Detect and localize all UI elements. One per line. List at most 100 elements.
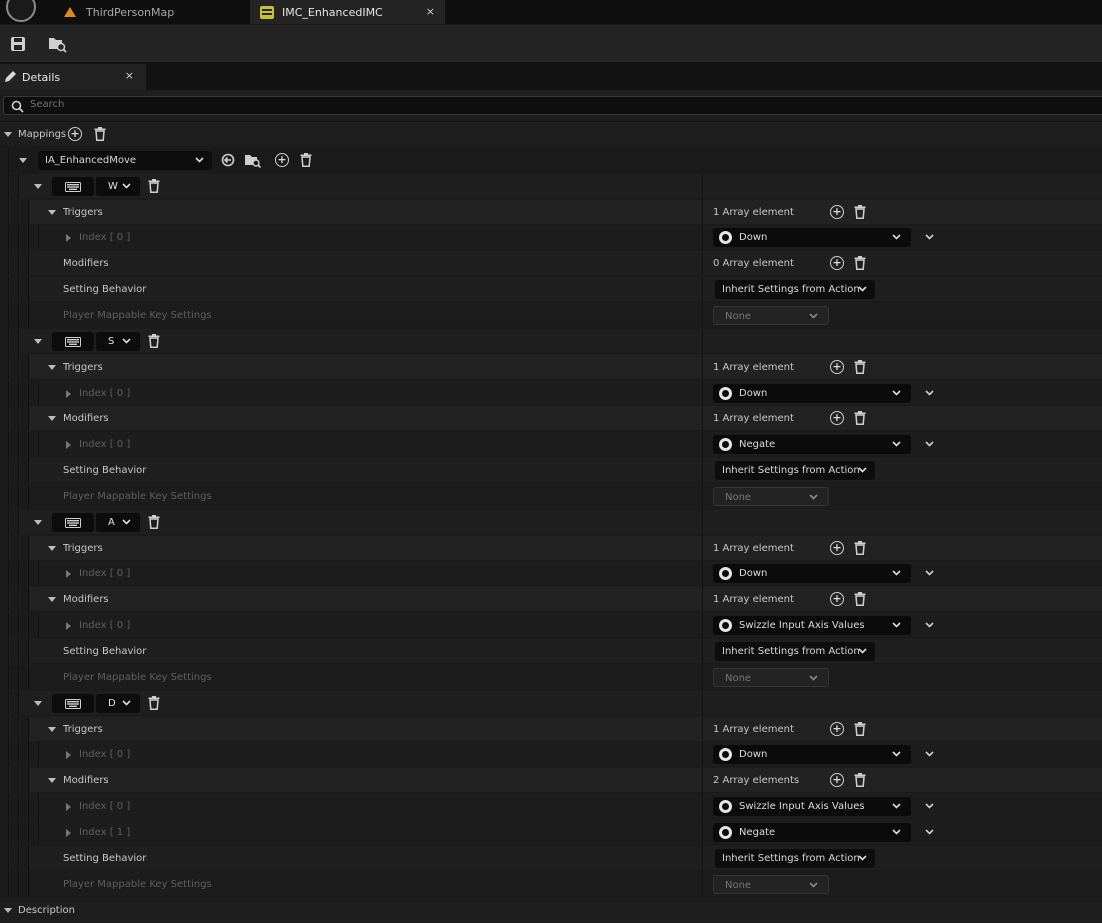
expand-arrow-icon[interactable] — [66, 828, 71, 837]
element-options-chevron-icon[interactable] — [925, 823, 937, 842]
triggers-collapse-arrow-icon[interactable] — [48, 726, 56, 732]
array-index-label: Index [ 1 ] — [79, 826, 131, 838]
indent-rail — [10, 690, 19, 715]
expand-arrow-icon[interactable] — [66, 389, 71, 398]
add-trigger-icon[interactable]: + — [830, 359, 844, 374]
element-options-chevron-icon[interactable] — [925, 384, 937, 403]
mappings-collapse-arrow-icon[interactable] — [4, 132, 12, 137]
trigger-class-dropdown[interactable]: Down — [713, 745, 911, 765]
modifier-class-value: Swizzle Input Axis Values — [739, 620, 865, 632]
save-button[interactable] — [4, 31, 32, 57]
key-collapse-arrow-icon[interactable] — [34, 700, 42, 706]
clear-modifiers-icon[interactable] — [854, 411, 868, 426]
close-tab-icon[interactable]: × — [426, 5, 435, 18]
add-modifier-icon[interactable]: + — [830, 773, 844, 788]
trigger-class-dropdown[interactable]: Down — [713, 228, 911, 248]
trigger-class-dropdown[interactable]: Down — [713, 383, 911, 403]
triggers-count: 1 Array element — [713, 542, 794, 554]
setting-behavior-dropdown[interactable]: Inherit Settings from Action — [715, 848, 875, 868]
triggers-collapse-arrow-icon[interactable] — [48, 364, 56, 370]
modifier-class-value: Negate — [739, 826, 776, 838]
key-dropdown[interactable]: A — [96, 512, 140, 532]
expand-arrow-icon[interactable] — [66, 570, 71, 579]
clear-modifiers-icon[interactable] — [854, 256, 868, 271]
triggers-collapse-arrow-icon[interactable] — [48, 545, 56, 551]
key-collapse-arrow-icon[interactable] — [34, 519, 42, 525]
key-dropdown[interactable]: S — [96, 331, 140, 351]
tab-imc-enhanced-imc[interactable]: IMC_EnhancedIMC × — [250, 0, 445, 24]
clear-triggers-icon[interactable] — [854, 359, 868, 375]
search-input[interactable] — [30, 99, 430, 110]
remove-key-mapping-icon[interactable] — [148, 333, 162, 349]
clear-triggers-icon[interactable] — [854, 204, 868, 220]
element-options-chevron-icon[interactable] — [925, 797, 937, 816]
clear-mappings-icon[interactable] — [94, 127, 108, 142]
key-collapse-arrow-icon[interactable] — [34, 338, 42, 344]
triggers-collapse-arrow-icon[interactable] — [48, 209, 56, 215]
element-options-chevron-icon[interactable] — [925, 745, 937, 764]
expand-arrow-icon[interactable] — [66, 751, 71, 760]
setting-behavior-dropdown[interactable]: Inherit Settings from Action — [715, 642, 875, 661]
add-mapping-icon[interactable]: + — [68, 127, 82, 141]
input-action-dropdown[interactable]: IA_EnhancedMove — [38, 150, 212, 170]
element-options-chevron-icon[interactable] — [925, 564, 937, 583]
modifiers-collapse-arrow-icon[interactable] — [48, 778, 56, 784]
indent-rail — [0, 535, 9, 560]
expand-arrow-icon[interactable] — [66, 803, 71, 812]
add-key-mapping-icon[interactable]: + — [275, 152, 289, 167]
modifier-class-dropdown[interactable]: Negate — [713, 435, 911, 455]
key-selector-button[interactable] — [52, 512, 94, 532]
engine-logo-icon[interactable] — [6, 0, 36, 22]
remove-key-mapping-icon[interactable] — [148, 695, 162, 711]
browse-asset-icon[interactable] — [244, 153, 262, 171]
modifier-class-dropdown[interactable]: Negate — [713, 822, 911, 842]
modifiers-collapse-arrow-icon[interactable] — [48, 416, 56, 422]
key-dropdown[interactable]: W — [96, 176, 140, 196]
keyboard-icon — [65, 336, 81, 347]
element-options-chevron-icon[interactable] — [925, 616, 937, 635]
expand-arrow-icon[interactable] — [66, 234, 71, 243]
add-trigger-icon[interactable]: + — [830, 721, 844, 736]
description-collapse-arrow-icon[interactable] — [4, 907, 12, 913]
add-modifier-icon[interactable]: + — [830, 411, 844, 426]
add-trigger-icon[interactable]: + — [830, 204, 844, 219]
remove-action-mapping-icon[interactable] — [300, 152, 314, 168]
trigger-class-dropdown[interactable]: Down — [713, 564, 911, 584]
indent-rail — [0, 716, 9, 741]
expand-arrow-icon[interactable] — [66, 441, 71, 450]
array-index-label: Index [ 0 ] — [79, 749, 131, 761]
modifier-class-dropdown[interactable]: Swizzle Input Axis Values — [713, 797, 911, 817]
use-selected-icon[interactable] — [221, 153, 235, 170]
element-options-chevron-icon[interactable] — [925, 228, 937, 247]
key-dropdown[interactable]: D — [96, 693, 140, 713]
modifiers-collapse-arrow-icon[interactable] — [48, 597, 56, 603]
expand-arrow-icon[interactable] — [66, 622, 71, 631]
key-selector-button[interactable] — [52, 331, 94, 351]
chevron-down-icon — [809, 307, 818, 326]
element-options-chevron-icon[interactable] — [925, 435, 937, 454]
remove-key-mapping-icon[interactable] — [148, 514, 162, 530]
remove-key-mapping-icon[interactable] — [148, 178, 162, 194]
browse-to-asset-button[interactable] — [44, 31, 72, 57]
clear-triggers-icon[interactable] — [854, 540, 868, 556]
clear-triggers-icon[interactable] — [854, 721, 868, 737]
tab-third-person-map[interactable]: ThirdPersonMap — [52, 0, 248, 24]
add-trigger-icon[interactable]: + — [830, 540, 844, 555]
key-selector-button[interactable] — [52, 176, 94, 196]
add-modifier-icon[interactable]: + — [830, 592, 844, 607]
triggers-row: Triggers 1 Array element + — [0, 199, 1102, 225]
column-divider — [702, 406, 703, 432]
indent-rail — [20, 664, 29, 689]
action-collapse-arrow-icon[interactable] — [19, 157, 27, 163]
details-panel-tab[interactable]: Details × — [0, 64, 146, 90]
key-collapse-arrow-icon[interactable] — [34, 183, 42, 189]
search-field[interactable] — [3, 96, 1102, 115]
add-modifier-icon[interactable]: + — [830, 256, 844, 271]
clear-modifiers-icon[interactable] — [854, 592, 868, 607]
key-selector-button[interactable] — [52, 693, 94, 713]
setting-behavior-dropdown[interactable]: Inherit Settings from Action — [715, 280, 875, 300]
close-panel-icon[interactable]: × — [125, 69, 134, 82]
clear-modifiers-icon[interactable] — [854, 773, 868, 788]
setting-behavior-dropdown[interactable]: Inherit Settings from Action — [715, 461, 875, 481]
modifier-class-dropdown[interactable]: Swizzle Input Axis Values — [713, 616, 911, 636]
